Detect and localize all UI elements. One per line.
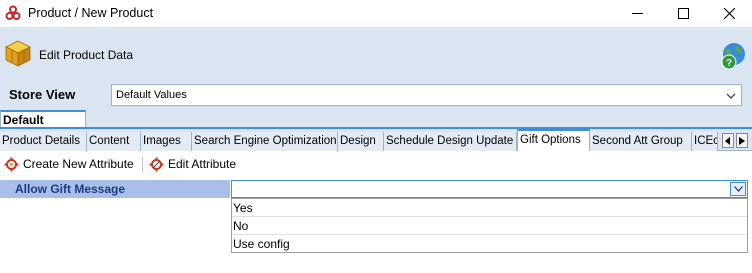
option-use-config[interactable]: Use config [232, 235, 747, 253]
app-logo-icon [5, 5, 21, 21]
title-bar: Product / New Product [0, 0, 752, 27]
maximize-button[interactable] [660, 0, 706, 27]
window-title: Product / New Product [28, 6, 154, 20]
chevron-down-icon [733, 186, 743, 192]
edit-attribute-label: Edit Attribute [168, 157, 237, 171]
option-no[interactable]: No [232, 217, 747, 235]
tab-scroll-right-button[interactable] [736, 133, 748, 148]
attribute-row: Allow Gift Message [0, 180, 752, 198]
dropdown-toggle-button[interactable] [730, 182, 746, 196]
toolbar-separator [142, 157, 143, 172]
svg-text:?: ? [726, 58, 732, 69]
arrow-right-icon [739, 136, 745, 145]
attribute-label-cell: Allow Gift Message [0, 180, 230, 198]
create-attribute-icon [4, 157, 19, 171]
close-button[interactable] [706, 0, 752, 27]
close-icon [723, 8, 735, 19]
arrow-left-icon [725, 136, 730, 145]
tab-images[interactable]: Images [141, 132, 192, 151]
scope-tab-strip [0, 110, 752, 128]
store-view-select[interactable]: Default Values [111, 84, 742, 106]
tab-content[interactable]: Content [87, 132, 141, 151]
dropdown-list: Yes No Use config [231, 198, 748, 253]
allow-gift-message-label: Allow Gift Message [15, 182, 126, 196]
tab-second-att-group[interactable]: Second Att Group [590, 132, 692, 151]
tab-search-engine-optimization[interactable]: Search Engine Optimization [192, 132, 338, 151]
attribute-group-tabs: Product Details Content Images Search En… [0, 129, 752, 151]
store-view-value: Default Values [116, 89, 187, 101]
create-attribute-label: Create New Attribute [23, 157, 134, 171]
tab-scroll-left-button[interactable] [722, 133, 734, 148]
maximize-icon [677, 8, 689, 19]
product-editor-window: Product / New Product Edit Product Data [0, 0, 752, 273]
chevron-down-icon [726, 90, 736, 104]
tab-product-details[interactable]: Product Details [0, 132, 87, 151]
attribute-toolbar: Create New Attribute Edit Attribute [0, 152, 752, 176]
minimize-button[interactable] [614, 0, 660, 27]
tab-schedule-design-update[interactable]: Schedule Design Update [384, 132, 517, 151]
edit-attribute-button[interactable]: Edit Attribute [149, 155, 236, 173]
tab-gift-options[interactable]: Gift Options [517, 129, 590, 151]
tab-design[interactable]: Design [338, 132, 384, 151]
page-title: Edit Product Data [39, 48, 134, 62]
page-header: Edit Product Data ? [0, 27, 752, 76]
create-attribute-button[interactable]: Create New Attribute [4, 155, 134, 173]
edit-attribute-icon [149, 157, 164, 171]
tab-default-values[interactable]: Default Values [0, 110, 86, 141]
minimize-icon [631, 13, 643, 14]
store-view-label: Store View [9, 87, 76, 102]
option-yes[interactable]: Yes [232, 199, 747, 217]
allow-gift-message-select[interactable] [231, 180, 748, 198]
product-box-icon [3, 38, 33, 68]
tab-icec[interactable]: ICEc [692, 132, 718, 151]
help-globe-icon[interactable]: ? [719, 42, 747, 70]
